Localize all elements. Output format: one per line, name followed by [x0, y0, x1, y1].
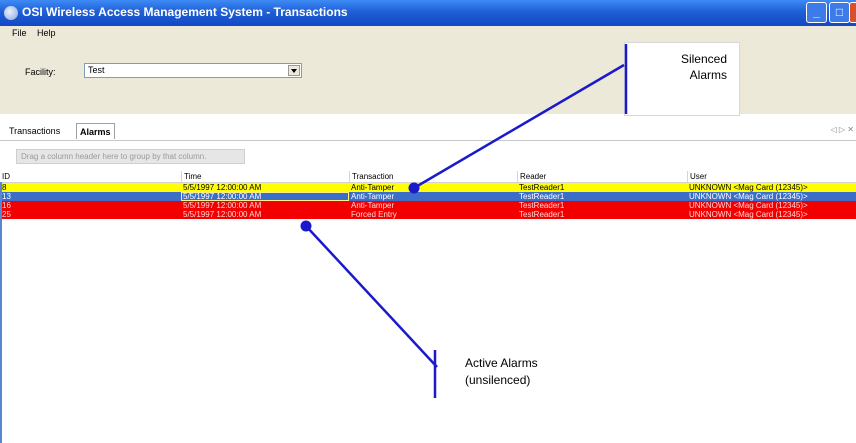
cell-transaction: Anti-Tamper [351, 183, 395, 192]
group-by-area[interactable]: Drag a column header here to group by th… [0, 141, 856, 171]
menu-file[interactable]: File [12, 28, 27, 38]
cell-time: 5/5/1997 12:00:00 AM [183, 183, 262, 192]
app-icon [4, 6, 18, 20]
cell-time: 5/5/1997 12:00:00 AM [183, 201, 262, 210]
table-row[interactable]: 25 5/5/1997 12:00:00 AM Forced Entry Tes… [0, 210, 856, 219]
cell-user: UNKNOWN <Mag Card (12345)> [689, 210, 808, 219]
tab-transactions[interactable]: Transactions [6, 123, 63, 139]
menu-bar: File Help [0, 26, 856, 42]
maximize-button[interactable]: □ [829, 2, 850, 23]
column-header-user[interactable]: User [687, 171, 856, 182]
facility-value: Test [88, 65, 105, 75]
active-pointer-line [305, 225, 438, 368]
active-pointer-dot [300, 220, 312, 232]
grid-header: ID Time Transaction Reader User [0, 171, 856, 183]
column-header-id[interactable]: ID [0, 171, 181, 182]
cell-user: UNKNOWN <Mag Card (12345)> [689, 192, 808, 201]
callout-silenced-text: Silenced Alarms [680, 52, 727, 82]
cell-transaction: Forced Entry [351, 210, 397, 219]
tab-navigation-icons[interactable]: ◁ ▷ ✕ [831, 125, 854, 134]
cell-user: UNKNOWN <Mag Card (12345)> [689, 183, 808, 192]
window-title: OSI Wireless Access Management System - … [22, 5, 348, 19]
cell-user: UNKNOWN <Mag Card (12345)> [689, 201, 808, 210]
cell-transaction: Anti-Tamper [351, 201, 395, 210]
cell-id: 8 [2, 183, 7, 192]
cell-reader: TestReader1 [519, 183, 565, 192]
cell-reader: TestReader1 [519, 201, 565, 210]
tab-alarms[interactable]: Alarms [76, 123, 115, 139]
callout-active-text: Active Alarms (unsilenced) [465, 356, 538, 387]
application-window: OSI Wireless Access Management System - … [0, 0, 856, 443]
column-header-time[interactable]: Time [181, 171, 349, 182]
chevron-down-icon[interactable] [288, 65, 300, 76]
minimize-button[interactable]: _ [806, 2, 827, 23]
cell-id: 16 [2, 201, 11, 210]
facility-select[interactable]: Test [84, 63, 302, 78]
close-button[interactable] [849, 2, 856, 23]
title-bar[interactable]: OSI Wireless Access Management System - … [0, 0, 856, 26]
column-header-reader[interactable]: Reader [517, 171, 687, 182]
table-row[interactable]: 16 5/5/1997 12:00:00 AM Anti-Tamper Test… [0, 201, 856, 210]
cell-time: 5/5/1997 12:00:00 AM [183, 210, 262, 219]
grid-left-border [0, 182, 2, 443]
menu-help[interactable]: Help [37, 28, 56, 38]
cell-reader: TestReader1 [519, 210, 565, 219]
facility-label: Facility: [25, 67, 56, 77]
cell-id: 13 [2, 192, 11, 201]
callout-silenced-box: Silenced Alarms [624, 42, 740, 116]
cell-id: 25 [2, 210, 11, 219]
cell-transaction: Anti-Tamper [351, 192, 395, 201]
column-header-transaction[interactable]: Transaction [349, 171, 517, 182]
table-row[interactable]: 8 5/5/1997 12:00:00 AM Anti-Tamper TestR… [0, 183, 856, 192]
cell-reader: TestReader1 [519, 192, 565, 201]
cell-time: 5/5/1997 12:00:00 AM [181, 192, 349, 201]
tab-strip: Transactions Alarms ◁ ▷ ✕ [0, 120, 856, 141]
group-by-hint: Drag a column header here to group by th… [16, 149, 245, 164]
table-row[interactable]: 13 5/5/1997 12:00:00 AM Anti-Tamper Test… [0, 192, 856, 201]
